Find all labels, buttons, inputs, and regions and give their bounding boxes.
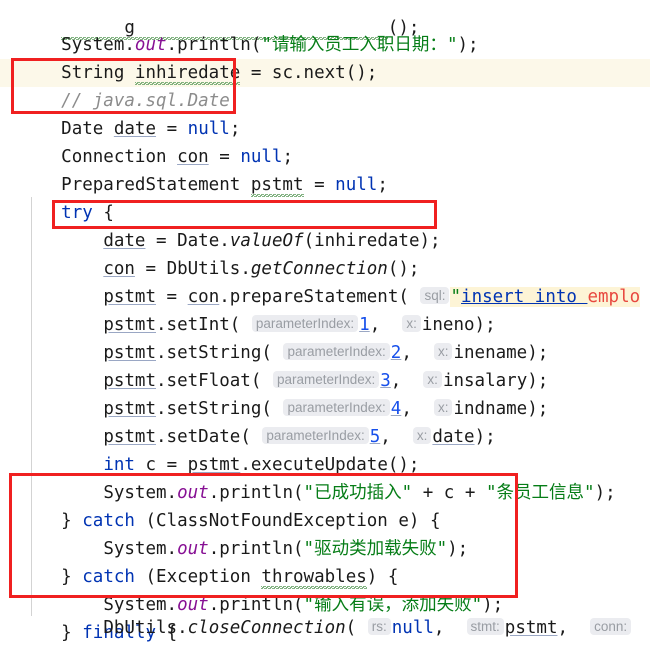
- code-line-18: } catch (ClassNotFoundException e) {: [61, 511, 441, 531]
- code-line-6: PreparedStatement pstmt = null;: [61, 175, 388, 197]
- code-editor[interactable]: g (); System.out.println("请输入员工入职日期："); …: [0, 0, 650, 646]
- code-line-1: System.out.println("请输入员工入职日期：");: [61, 35, 479, 55]
- code-line-12: pstmt.setString( parameterIndex: 2, x: ine…: [103, 343, 549, 363]
- code-line-15: pstmt.setDate( parameterIndex: 5, x: date)…: [103, 427, 496, 447]
- code-line-8: date = Date.valueOf(inhiredate);: [103, 231, 441, 251]
- code-line-4: Date date = null;: [61, 119, 241, 139]
- code-line-17: System.out.println("已成功插入" + c + "条员工信息"…: [103, 483, 616, 503]
- code-line-10: pstmt = con.prepareStatement( sql: "inser…: [103, 287, 641, 307]
- code-line-13: pstmt.setFloat( parameterIndex: 3, x: insa…: [103, 371, 549, 391]
- code-line-2: String inhiredate = sc.next();: [61, 63, 378, 85]
- code-line-3-comment: // java.sql.Date: [0, 59, 650, 111]
- code-line-23: DbUtils.closeConnection( rs: null, stmt: p…: [0, 586, 650, 638]
- code-line-9: con = DbUtils.getConnection();: [103, 259, 420, 279]
- code-line-16: int c = pstmt.executeUpdate();: [103, 455, 420, 475]
- code-line-19: System.out.println("驱动类加载失败");: [103, 539, 469, 559]
- code-line-7: try {: [0, 171, 650, 223]
- code-line-24: }: [0, 614, 650, 642]
- code-line-5: Connection con = null;: [61, 147, 294, 167]
- code-line-20: } catch (Exception throwables) {: [61, 567, 399, 589]
- code-line-11: pstmt.setInt( parameterIndex: 1, x: ineno)…: [103, 315, 496, 335]
- code-line-14: pstmt.setString( parameterIndex: 4, x: ind…: [103, 399, 549, 419]
